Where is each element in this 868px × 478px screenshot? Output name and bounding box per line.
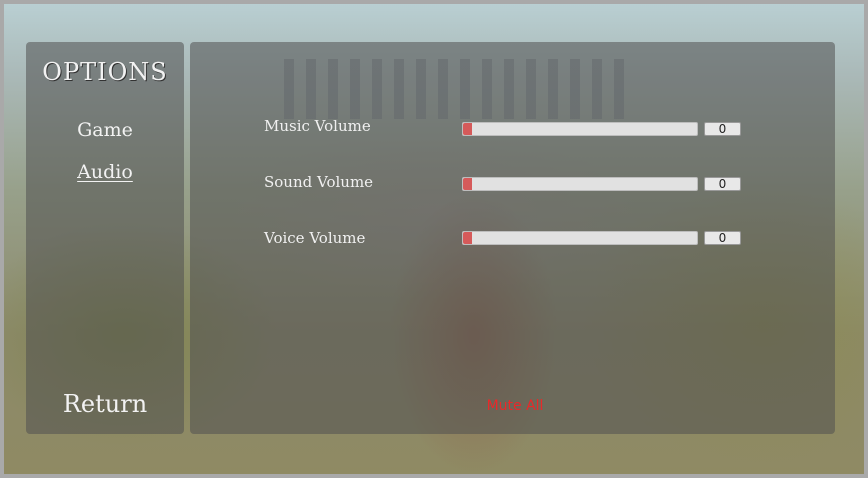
voice-volume-slider[interactable] (462, 231, 698, 245)
music-volume-label: Music Volume (264, 117, 371, 135)
sound-volume-label: Sound Volume (264, 173, 374, 191)
mute-all-button[interactable]: Mute All (470, 398, 560, 414)
music-volume-value[interactable]: 0 (704, 122, 741, 136)
slider-handle[interactable] (463, 123, 472, 135)
sound-volume-slider[interactable] (462, 177, 698, 191)
music-volume-slider[interactable] (462, 122, 698, 136)
options-sidebar (26, 42, 184, 434)
voice-volume-label: Voice Volume (264, 229, 366, 247)
voice-volume-value[interactable]: 0 (704, 231, 741, 245)
return-button[interactable]: Return (26, 390, 184, 418)
nav-audio[interactable]: Audio (26, 161, 184, 183)
options-title: OPTIONS (42, 58, 168, 86)
nav-game[interactable]: Game (26, 119, 184, 141)
slider-handle[interactable] (463, 232, 472, 244)
sound-volume-value[interactable]: 0 (704, 177, 741, 191)
slider-handle[interactable] (463, 178, 472, 190)
